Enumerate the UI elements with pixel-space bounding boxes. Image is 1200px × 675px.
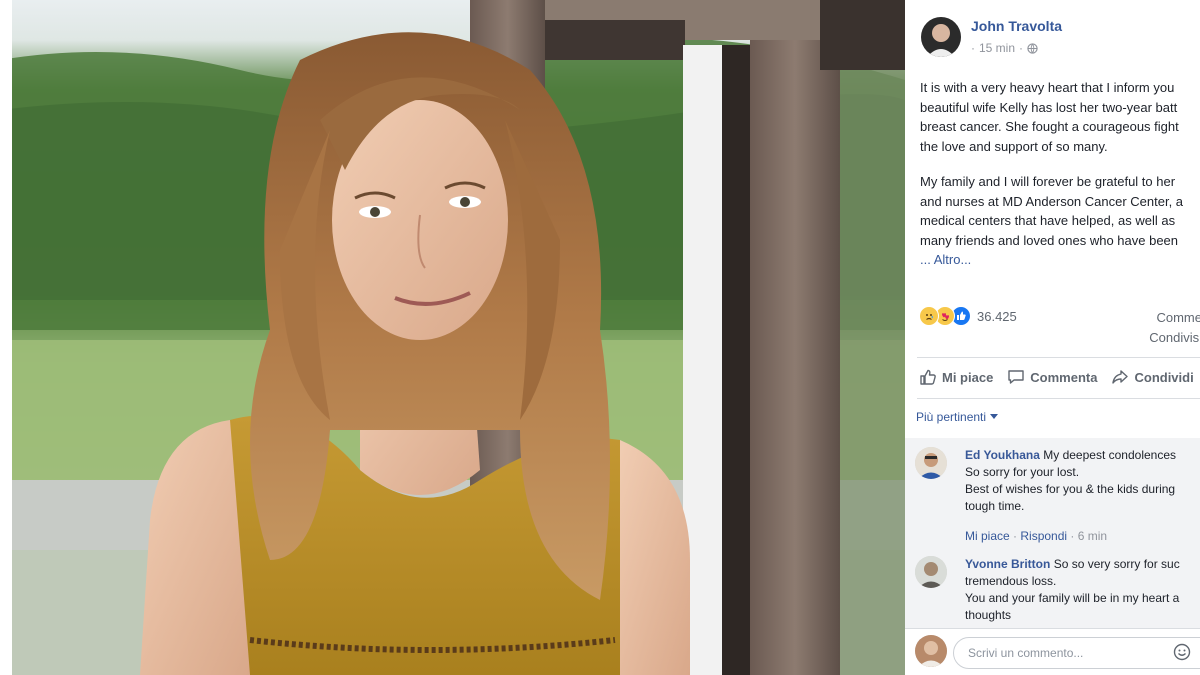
comment-line: Best of wishes for you & the kids during <box>965 482 1176 496</box>
post-meta: · 15 min · <box>971 41 1038 55</box>
post-author-name[interactable]: John Travolta <box>971 18 1062 34</box>
meta-dot: · <box>1019 41 1024 55</box>
comment-line: tremendous loss. <box>965 574 1057 588</box>
shares-count-link[interactable]: Condivisi <box>1149 328 1200 348</box>
thumbs-up-icon <box>920 369 936 385</box>
comments-list: Ed Youkhana My deepest condolences So so… <box>905 438 1200 628</box>
comment-author[interactable]: Ed Youkhana <box>965 448 1040 462</box>
share-icon <box>1112 370 1129 384</box>
post-photo[interactable] <box>0 0 905 675</box>
comment-actions: Mi piace · Rispondi · 6 min <box>965 529 1107 543</box>
meta-dot: · <box>1070 529 1078 543</box>
divider <box>917 357 1200 358</box>
photo-artwork <box>0 0 905 675</box>
comment-time[interactable]: 6 min <box>1078 529 1107 543</box>
author-avatar-image <box>921 17 961 57</box>
comment-bubble: Ed Youkhana My deepest condolences So so… <box>965 447 1200 515</box>
like-button[interactable]: Mi piace <box>919 368 993 386</box>
divider <box>917 398 1200 399</box>
comment-reply-link[interactable]: Rispondi <box>1020 529 1067 543</box>
comment-line: thoughts <box>965 608 1012 622</box>
comment-icon <box>1008 370 1024 384</box>
sad-icon <box>919 306 939 326</box>
post-line: My family and I will forever be grateful… <box>920 174 1176 189</box>
comment-filter-label: Più pertinenti <box>916 410 987 424</box>
comment-line: You and your family will be in my heart … <box>965 591 1180 605</box>
share-button-label: Condividi <box>1134 369 1194 385</box>
comment-button[interactable]: Commenta <box>1007 368 1097 386</box>
commenter-avatar[interactable] <box>915 556 947 588</box>
post-line: many friends and loved ones who have bee… <box>920 232 1179 248</box>
comment-line: tough time. <box>965 499 1025 513</box>
comment-author[interactable]: Yvonne Britton <box>965 557 1050 571</box>
emoji-icon[interactable] <box>1173 643 1191 661</box>
post-line: the love and support of so many. <box>920 138 1108 154</box>
like-button-label: Mi piace <box>942 369 994 385</box>
comment-line: So sorry for your lost. <box>965 465 1080 479</box>
commenter-avatar[interactable] <box>915 447 947 479</box>
post-line: and nurses at MD Anderson Cancer Center,… <box>920 193 1184 209</box>
post-timestamp[interactable]: 15 min <box>979 41 1015 55</box>
post-text: It is with a very heavy heart that I inf… <box>920 78 1200 280</box>
post-side-panel: John Travolta · 15 min · It is with a ve… <box>905 0 1200 675</box>
post-line: It is with a very heavy heart that I inf… <box>920 80 1175 95</box>
comment-bubble: Yvonne Britton So so very sorry for suc … <box>965 556 1200 624</box>
reaction-count: 36.425 <box>977 308 1017 324</box>
post-paragraph-2: My family and I will forever be grateful… <box>920 172 1200 270</box>
current-user-avatar <box>915 635 947 667</box>
comment-line: My deepest condolences <box>1043 448 1176 462</box>
comment-filter-dropdown[interactable]: Più pertinenti <box>916 410 999 424</box>
comment-composer <box>905 628 1200 675</box>
comment-input-wrapper <box>953 637 1200 669</box>
globe-icon[interactable] <box>1027 42 1038 54</box>
post-line: beautiful wife Kelly has lost her two-ye… <box>920 99 1178 115</box>
post-action-bar: Mi piace Commenta Condividi <box>919 368 1194 386</box>
caret-down-icon <box>990 414 999 419</box>
meta-dot: · <box>971 41 975 55</box>
comment-line: So so very sorry for suc <box>1053 557 1180 571</box>
author-avatar[interactable] <box>921 17 961 57</box>
comment-input[interactable] <box>966 645 1150 661</box>
comment-like-link[interactable]: Mi piace <box>965 529 1010 543</box>
comments-count-link[interactable]: Comme <box>1149 308 1200 328</box>
reactions-summary[interactable]: 36.425 <box>919 306 1017 326</box>
comment-button-label: Commenta <box>1030 369 1098 385</box>
post-counts: Comme Condivisi <box>1149 308 1200 348</box>
photo-left-edge <box>0 0 12 675</box>
post-paragraph-1: It is with a very heavy heart that I inf… <box>920 78 1200 156</box>
share-button[interactable]: Condividi <box>1111 368 1194 386</box>
see-more-link[interactable]: ... Altro... <box>920 252 971 267</box>
post-line: medical centers that have helped, as wel… <box>920 213 1176 228</box>
post-line: breast cancer. She fought a courageous f… <box>920 119 1179 134</box>
